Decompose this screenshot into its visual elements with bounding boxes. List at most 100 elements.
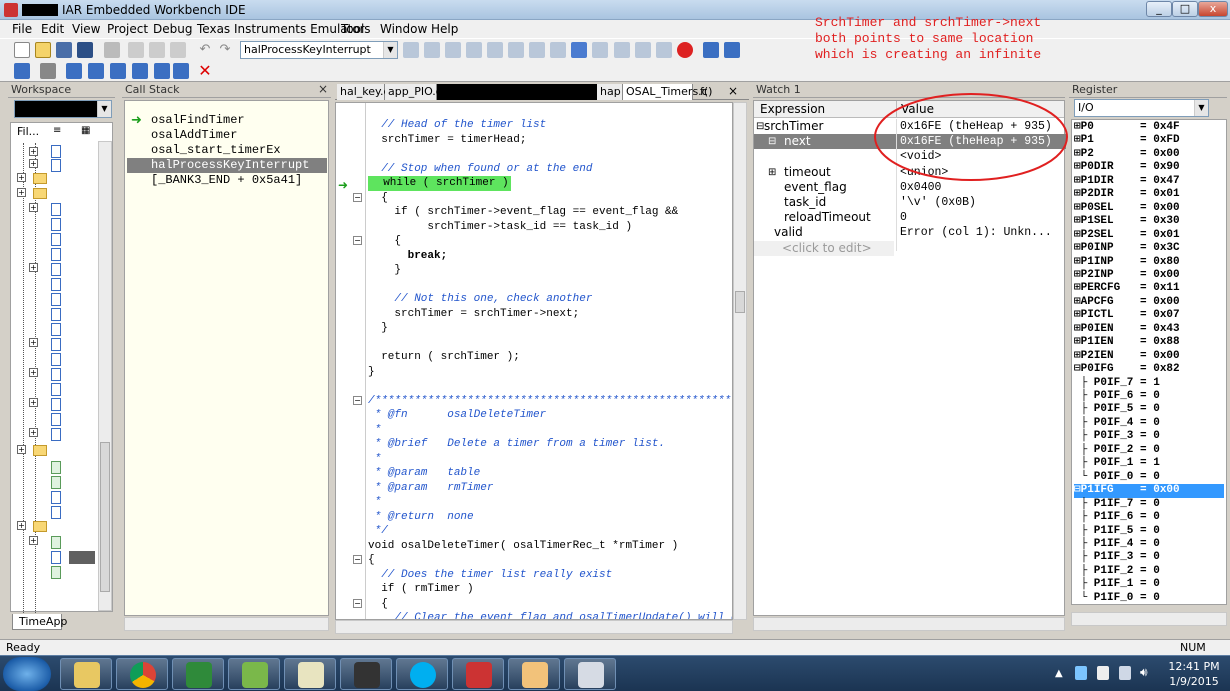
goto-icon[interactable] [487,42,503,58]
find-icon[interactable] [403,42,419,58]
save-all-icon[interactable] [77,42,93,58]
file-icon[interactable] [51,145,61,158]
expand-icon[interactable]: + [29,263,38,272]
file-icon[interactable] [51,353,61,366]
taskbar-explorer[interactable] [60,658,112,690]
tab-hap[interactable]: hap [597,84,623,100]
register-row[interactable]: ├ P0IF_1 = 1 [1074,457,1224,470]
taskbar-iar[interactable] [228,658,280,690]
copy-icon[interactable] [149,42,165,58]
tray-arrow-icon[interactable]: ▲ [1055,668,1063,679]
cut-icon[interactable] [128,42,144,58]
register-row[interactable]: ⊞P2DIR = 0x01 [1074,188,1224,201]
file-icon[interactable] [51,203,61,216]
register-row[interactable]: └ P0IF_0 = 0 [1074,471,1224,484]
editor-scroll-thumb[interactable] [735,291,745,313]
file-icon[interactable] [51,551,61,564]
taskbar-ti[interactable] [340,658,392,690]
menu-debug[interactable]: Debug [149,21,196,37]
file-icon[interactable] [51,338,61,351]
expand-icon[interactable]: + [29,338,38,347]
register-row[interactable]: ├ P0IF_2 = 0 [1074,444,1224,457]
prev-bookmark-icon[interactable] [529,42,545,58]
tray-network-icon[interactable] [1075,666,1087,680]
tray-date[interactable]: 1/9/2015 [1168,675,1220,688]
debug-without-download-icon[interactable] [724,42,740,58]
register-row[interactable]: ├ P0IF_4 = 0 [1074,417,1224,430]
minimize-button[interactable]: _ [1146,1,1172,17]
step-out-icon[interactable] [110,63,126,79]
register-row[interactable]: ├ P1IF_1 = 0 [1074,578,1224,591]
watch-hscrollbar[interactable] [753,617,1065,631]
expand-icon[interactable]: + [29,398,38,407]
register-row[interactable]: ⊞P1SEL = 0x30 [1074,215,1224,228]
taskbar-chrome[interactable] [116,658,168,690]
file-icon[interactable] [51,413,61,426]
register-row[interactable]: ├ P1IF_5 = 0 [1074,525,1224,538]
file-icon[interactable] [51,476,61,489]
file-icon[interactable] [51,293,61,306]
replace-icon[interactable] [466,42,482,58]
make-icon[interactable] [635,42,651,58]
navigate-icon[interactable] [571,42,587,58]
menu-file[interactable]: File [8,21,36,37]
nav-forward-icon[interactable] [592,42,608,58]
bookmark-icon[interactable] [508,42,524,58]
open-icon[interactable] [35,42,51,58]
save-icon[interactable] [56,42,72,58]
tray-time[interactable]: 12:41 PM [1168,660,1220,673]
download-debug-icon[interactable] [703,42,719,58]
reset-icon[interactable] [14,63,30,79]
file-icon[interactable] [51,263,61,276]
redo-icon[interactable]: ↷ [217,42,233,58]
file-icon[interactable] [51,383,61,396]
register-row[interactable]: ⊞P2 = 0x00 [1074,148,1224,161]
register-row[interactable]: ⊞P1DIR = 0x47 [1074,175,1224,188]
file-icon[interactable] [51,218,61,231]
fold-toggle-icon[interactable]: − [353,395,362,405]
register-row[interactable]: ⊞P2SEL = 0x01 [1074,229,1224,242]
expand-icon[interactable]: + [17,445,26,454]
register-row[interactable]: ├ P0IF_6 = 0 [1074,390,1224,403]
workspace-scroll-thumb[interactable] [100,442,110,592]
tab-hal-key[interactable]: hal_key.c [337,84,390,100]
register-row[interactable]: ├ P1IF_2 = 0 [1074,565,1224,578]
register-hscrollbar[interactable] [1071,612,1227,626]
register-row[interactable]: ⊞P2INP = 0x00 [1074,269,1224,282]
tab-redacted[interactable] [437,84,619,100]
expand-icon[interactable]: + [17,173,26,182]
register-row[interactable]: ⊞PICTL = 0x07 [1074,309,1224,322]
close-button[interactable]: x [1198,1,1228,17]
tab-osal-timers[interactable]: OSAL_Timers.c [623,84,708,100]
expand-icon[interactable]: + [17,521,26,530]
folder-icon[interactable] [33,188,47,199]
callstack-hscrollbar[interactable] [124,617,329,631]
code-editor[interactable]: − − − − − ➜ // Head of the timer list srchTi… [335,102,733,620]
register-row[interactable]: ├ P1IF_3 = 0 [1074,551,1224,564]
register-row[interactable]: ⊞P0DIR = 0x90 [1074,161,1224,174]
register-row[interactable]: ├ P1IF_4 = 0 [1074,538,1224,551]
file-icon[interactable] [51,308,61,321]
taskbar-app3[interactable] [172,658,224,690]
stop-debug-icon[interactable]: ✕ [197,63,213,79]
fold-toggle-icon[interactable]: − [353,192,362,202]
register-row[interactable]: ├ P0IF_5 = 0 [1074,403,1224,416]
callstack-item[interactable]: osalAddTimer [149,128,239,143]
menu-edit[interactable]: Edit [37,21,68,37]
maximize-button[interactable]: □ [1172,1,1198,17]
step-into-icon[interactable] [88,63,104,79]
taskbar-calculator[interactable] [564,658,616,690]
file-icon[interactable] [51,278,61,291]
register-row-selected[interactable]: ⊟P1IFG = 0x00 [1074,484,1224,498]
file-icon[interactable] [51,566,61,579]
fold-toggle-icon[interactable]: − [353,555,362,564]
folder-icon[interactable] [33,445,47,456]
file-icon[interactable] [51,159,61,172]
file-icon[interactable] [51,506,61,519]
callstack-item[interactable]: osal_start_timerEx [149,143,283,158]
step-over-icon[interactable] [66,63,82,79]
register-row[interactable]: ⊞PERCFG = 0x11 [1074,282,1224,295]
register-row[interactable]: ⊞P0INP = 0x3C [1074,242,1224,255]
folder-icon[interactable] [33,173,47,184]
expand-icon[interactable]: + [29,428,38,437]
